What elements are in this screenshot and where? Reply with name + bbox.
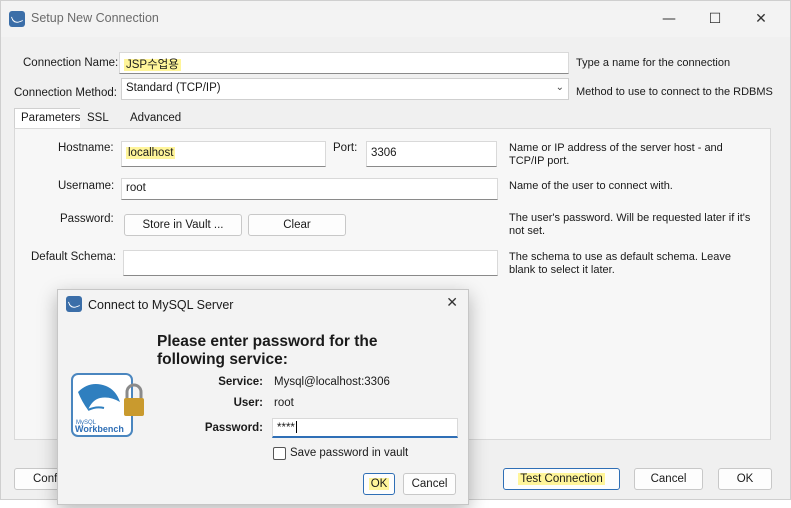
connection-method-help: Method to use to connect to the RDBMS	[576, 86, 773, 98]
username-input[interactable]: root	[121, 178, 498, 200]
password-input[interactable]: ****	[272, 418, 458, 438]
connection-method-label: Connection Method:	[14, 87, 117, 99]
title-bar: Setup New Connection — ☐ ✕	[1, 1, 790, 37]
ok-button[interactable]: OK	[718, 468, 772, 490]
username-help: Name of the user to connect with.	[509, 180, 673, 192]
save-in-vault-checkbox[interactable]	[273, 447, 286, 460]
save-in-vault-label: Save password in vault	[290, 447, 409, 459]
text-caret	[295, 421, 297, 433]
connection-name-input[interactable]: JSP수업용	[119, 52, 569, 74]
tab-advanced[interactable]: Advanced	[123, 108, 189, 129]
service-value: Mysql@localhost:3306	[274, 376, 390, 388]
hostname-input[interactable]: localhost	[121, 141, 326, 167]
dialog-title: Connect to MySQL Server	[88, 298, 234, 312]
close-icon[interactable]: ✕	[751, 9, 771, 29]
close-icon[interactable]: ✕	[446, 295, 458, 311]
dialog-ok-label: OK	[368, 478, 390, 490]
clear-password-button[interactable]: Clear	[248, 214, 346, 236]
mysql-workbench-icon	[9, 11, 25, 27]
username-label: Username:	[58, 180, 115, 192]
logo-text-bottom: Workbench	[75, 424, 124, 434]
port-input[interactable]: 3306	[366, 141, 497, 167]
password-label: Password:	[60, 213, 114, 225]
tab-ssl[interactable]: SSL	[80, 108, 116, 129]
store-in-vault-button[interactable]: Store in Vault ...	[124, 214, 242, 236]
maximize-icon[interactable]: ☐	[705, 9, 725, 29]
mysql-workbench-logo: MySQL Workbench	[70, 372, 148, 440]
connection-name-label: Connection Name:	[23, 57, 119, 69]
user-value: root	[274, 397, 294, 409]
tab-parameters[interactable]: Parameters	[14, 108, 88, 130]
test-connection-label: Test Connection	[518, 473, 605, 485]
minimize-icon[interactable]: —	[659, 9, 679, 29]
connection-name-help: Type a name for the connection	[576, 57, 731, 69]
connection-name-value: JSP수업용	[124, 59, 181, 71]
hostname-value: localhost	[126, 147, 176, 159]
connection-method-value: Standard (TCP/IP)	[126, 82, 221, 94]
port-value: 3306	[371, 147, 397, 159]
dialog-heading: Please enter password for the following …	[157, 333, 378, 368]
port-label: Port:	[333, 142, 358, 154]
dialog-ok-button[interactable]: OK	[363, 473, 395, 495]
hostname-label: Hostname:	[58, 142, 114, 154]
mysql-workbench-icon	[66, 296, 82, 312]
user-label: User:	[233, 397, 263, 409]
hostname-help: Name or IP address of the server host - …	[509, 142, 723, 167]
chevron-down-icon: ⌄	[555, 82, 564, 93]
password-help: The user's password. Will be requested l…	[509, 212, 751, 237]
username-value: root	[126, 182, 146, 194]
default-schema-label: Default Schema:	[31, 251, 117, 263]
service-label: Service:	[218, 376, 263, 388]
dialog-cancel-button[interactable]: Cancel	[403, 473, 456, 495]
password-value: ****	[277, 422, 295, 434]
password-label: Password:	[204, 422, 263, 434]
cancel-button[interactable]: Cancel	[634, 468, 703, 490]
default-schema-help: The schema to use as default schema. Lea…	[509, 251, 731, 276]
window-title: Setup New Connection	[31, 11, 159, 25]
default-schema-input[interactable]	[123, 250, 498, 276]
test-connection-button[interactable]: Test Connection	[503, 468, 620, 490]
connection-method-select[interactable]: Standard (TCP/IP) ⌄	[121, 78, 569, 100]
connect-dialog: Connect to MySQL Server ✕ MySQL Workbenc…	[57, 289, 469, 505]
